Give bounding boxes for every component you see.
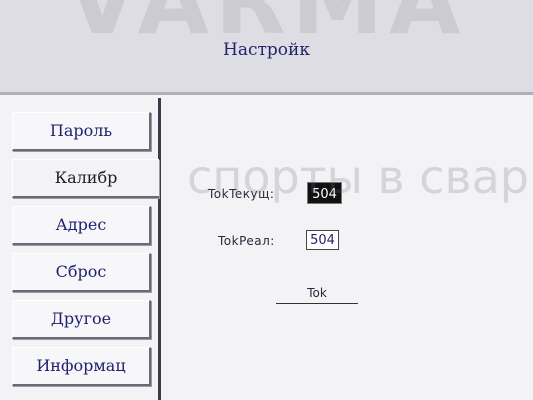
watermark-logo: VARMA — [0, 0, 533, 42]
real-tok-label: TokPeaл: — [218, 234, 275, 248]
sidebar-item-reset[interactable]: Сброс — [12, 253, 151, 292]
current-tok-label: TokTeкущ: — [208, 187, 275, 201]
sidebar-menu: Пароль Калибр Адрес Сброс Другое Информа… — [8, 98, 161, 400]
sidebar-item-address[interactable]: Адрес — [12, 206, 151, 245]
sidebar-item-calibration[interactable]: Калибр — [12, 159, 159, 198]
real-tok-input[interactable]: 504 — [306, 230, 339, 250]
header-bar: VARMA Настройк — [0, 0, 533, 95]
current-tok-value[interactable]: 504 — [307, 182, 342, 204]
settings-screen: VARMA Настройк Пароль Калибр Адрес Сброс… — [0, 0, 533, 400]
tok-button[interactable]: Tok — [276, 285, 358, 304]
calibration-panel: TokTeкущ: 504 TokPeaл: 504 Tok — [161, 98, 533, 400]
sidebar-item-other[interactable]: Другое — [12, 300, 151, 339]
page-title: Настройк — [223, 40, 310, 60]
sidebar-item-password[interactable]: Пароль — [12, 112, 151, 151]
sidebar-item-info[interactable]: Информац — [12, 347, 151, 386]
